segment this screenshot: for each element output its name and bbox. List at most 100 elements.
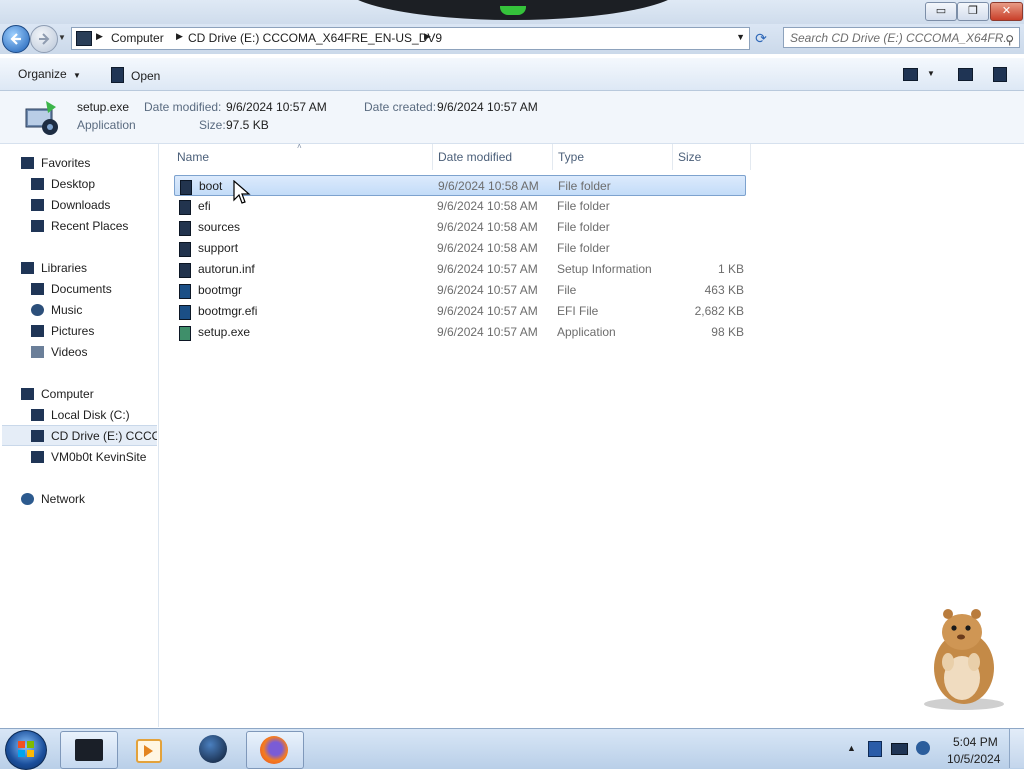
file-date: 9/6/2024 10:58 AM — [437, 241, 538, 255]
nav-libraries-label: Libraries — [41, 261, 88, 275]
show-hidden-icons-button[interactable]: ▲ — [847, 743, 856, 753]
file-date: 9/6/2024 10:57 AM — [437, 325, 538, 339]
taskbar-globe-button[interactable] — [186, 731, 242, 767]
computer-icon — [21, 388, 34, 400]
nav-network[interactable]: Network — [21, 489, 85, 510]
file-row-efi[interactable]: efi 9/6/2024 10:58 AM File folder — [174, 196, 746, 217]
nav-libraries[interactable]: Libraries — [21, 258, 87, 279]
libraries-icon — [21, 262, 34, 274]
help-button[interactable] — [993, 67, 1007, 82]
nav-item-network-drive[interactable]: VM0b0t KevinSite — [31, 447, 146, 468]
windows-logo-icon — [18, 741, 34, 757]
recent-places-icon — [31, 220, 44, 232]
network-drive-icon — [31, 451, 44, 463]
file-row-sources[interactable]: sources 9/6/2024 10:58 AM File folder — [174, 217, 746, 238]
change-view-button[interactable] — [903, 68, 918, 81]
column-divider[interactable] — [432, 144, 433, 170]
file-list: Name ˄ Date modified Type Size boot 9/6/… — [159, 142, 1024, 727]
nav-item-label: Music — [51, 303, 83, 317]
open-button[interactable]: Open — [111, 67, 160, 83]
network-tray-icon[interactable] — [891, 743, 908, 755]
breadcrumb-cd-drive[interactable]: CD Drive (E:) CCCOMA_X64FRE_EN-US_DV9 — [188, 31, 442, 45]
file-type: EFI File — [557, 304, 599, 318]
refresh-button[interactable]: ⟳ — [752, 29, 770, 47]
explorer-icon — [75, 739, 103, 761]
restore-button[interactable]: ❐ — [957, 2, 989, 21]
nav-item-label: Pictures — [51, 324, 95, 338]
folder-icon — [179, 242, 191, 257]
file-row-bootmgr[interactable]: bootmgr 9/6/2024 10:57 AM File 463 KB — [174, 280, 746, 301]
file-row-support[interactable]: support 9/6/2024 10:58 AM File folder — [174, 238, 746, 259]
refresh-icon: ⟳ — [755, 30, 767, 46]
file-date: 9/6/2024 10:57 AM — [437, 262, 538, 276]
nav-item-label: CD Drive (E:) CCCOMA_X64FRE_EN-US_DV9 — [51, 429, 157, 443]
breadcrumb-computer[interactable]: Computer — [111, 31, 164, 45]
minimize-icon: ▭ — [935, 5, 947, 17]
show-desktop-button[interactable] — [1009, 729, 1024, 768]
nav-item-downloads[interactable]: Downloads — [31, 195, 110, 216]
minimize-button[interactable]: ▭ — [925, 2, 957, 21]
file-row-setup[interactable]: setup.exe 9/6/2024 10:57 AM Application … — [174, 322, 746, 343]
forward-button[interactable] — [30, 25, 58, 53]
address-dropdown-icon[interactable]: ▼ — [736, 32, 745, 42]
file-size: 463 KB — [704, 283, 744, 297]
clock-date[interactable]: 10/5/2024 — [947, 752, 1000, 766]
action-center-icon[interactable] — [868, 741, 882, 757]
nav-favorites[interactable]: Favorites — [21, 153, 90, 174]
folder-icon — [179, 221, 191, 236]
file-size: 98 KB — [711, 325, 744, 339]
breadcrumb-separator-icon[interactable]: ▶ — [96, 31, 103, 42]
file-name: bootmgr — [198, 283, 243, 297]
nav-item-label: Local Disk (C:) — [51, 408, 130, 422]
file-row-boot[interactable]: boot 9/6/2024 10:58 AM File folder — [174, 175, 746, 196]
volume-tray-icon[interactable] — [916, 741, 930, 755]
hamster-mascot-icon — [924, 609, 1004, 710]
downloads-icon — [31, 199, 44, 211]
nav-item-cd-drive[interactable]: CD Drive (E:) CCCOMA_X64FRE_EN-US_DV9 — [2, 425, 157, 446]
column-divider[interactable] — [750, 144, 751, 170]
nav-item-label: Desktop — [51, 177, 96, 191]
view-options-dropdown-icon[interactable]: ▼ — [927, 69, 935, 78]
globe-icon — [199, 735, 227, 763]
file-name: efi — [198, 199, 211, 213]
nav-item-local-disk[interactable]: Local Disk (C:) — [31, 405, 130, 426]
open-label: Open — [131, 69, 161, 83]
taskbar-media-player-button[interactable] — [120, 731, 176, 767]
sort-ascending-icon: ˄ — [297, 142, 302, 151]
nav-item-desktop[interactable]: Desktop — [31, 174, 95, 195]
taskbar-firefox-button[interactable] — [246, 731, 304, 769]
column-header-size[interactable]: Size — [678, 150, 701, 164]
organize-button[interactable]: Organize ▼ — [18, 67, 81, 81]
nav-item-documents[interactable]: Documents — [31, 279, 112, 300]
nav-item-pictures[interactable]: Pictures — [31, 321, 94, 342]
nav-item-recent-places[interactable]: Recent Places — [31, 216, 128, 237]
file-name: sources — [198, 220, 241, 234]
breadcrumb-separator-icon[interactable]: ▶ — [176, 31, 183, 42]
file-date: 9/6/2024 10:58 AM — [437, 199, 538, 213]
search-input[interactable]: Search CD Drive (E:) CCCOMA_X64FR... ⚲ — [783, 27, 1020, 48]
nav-item-music[interactable]: Music — [31, 300, 82, 321]
file-row-autorun[interactable]: autorun.inf 9/6/2024 10:57 AM Setup Info… — [174, 259, 746, 280]
nav-item-videos[interactable]: Videos — [31, 342, 87, 363]
start-button[interactable] — [5, 730, 47, 770]
column-divider[interactable] — [552, 144, 553, 170]
breadcrumb-separator-icon[interactable]: ▶ — [424, 31, 431, 42]
nav-item-label: Videos — [51, 345, 88, 359]
back-button[interactable] — [2, 25, 30, 53]
close-button[interactable]: ✕ — [990, 2, 1023, 21]
taskbar: ▲ 5:04 PM 10/5/2024 — [0, 728, 1024, 770]
recent-pages-dropdown[interactable]: ▼ — [58, 33, 66, 42]
selected-file-type: Application — [77, 118, 136, 132]
column-divider[interactable] — [672, 144, 673, 170]
column-header-name[interactable]: Name — [177, 150, 209, 164]
address-bar[interactable]: ▶ Computer ▶ CD Drive (E:) CCCOMA_X64FRE… — [71, 27, 750, 50]
file-row-bootmgr-efi[interactable]: bootmgr.efi 9/6/2024 10:57 AM EFI File 2… — [174, 301, 746, 322]
forward-arrow-icon — [39, 33, 50, 45]
clock-time[interactable]: 5:04 PM — [953, 735, 998, 749]
nav-computer[interactable]: Computer — [21, 384, 94, 405]
column-header-date[interactable]: Date modified — [438, 150, 512, 164]
preview-pane-button[interactable] — [958, 68, 973, 81]
restore-icon: ❐ — [968, 5, 978, 17]
column-header-type[interactable]: Type — [558, 150, 584, 164]
taskbar-explorer-button[interactable] — [60, 731, 118, 769]
